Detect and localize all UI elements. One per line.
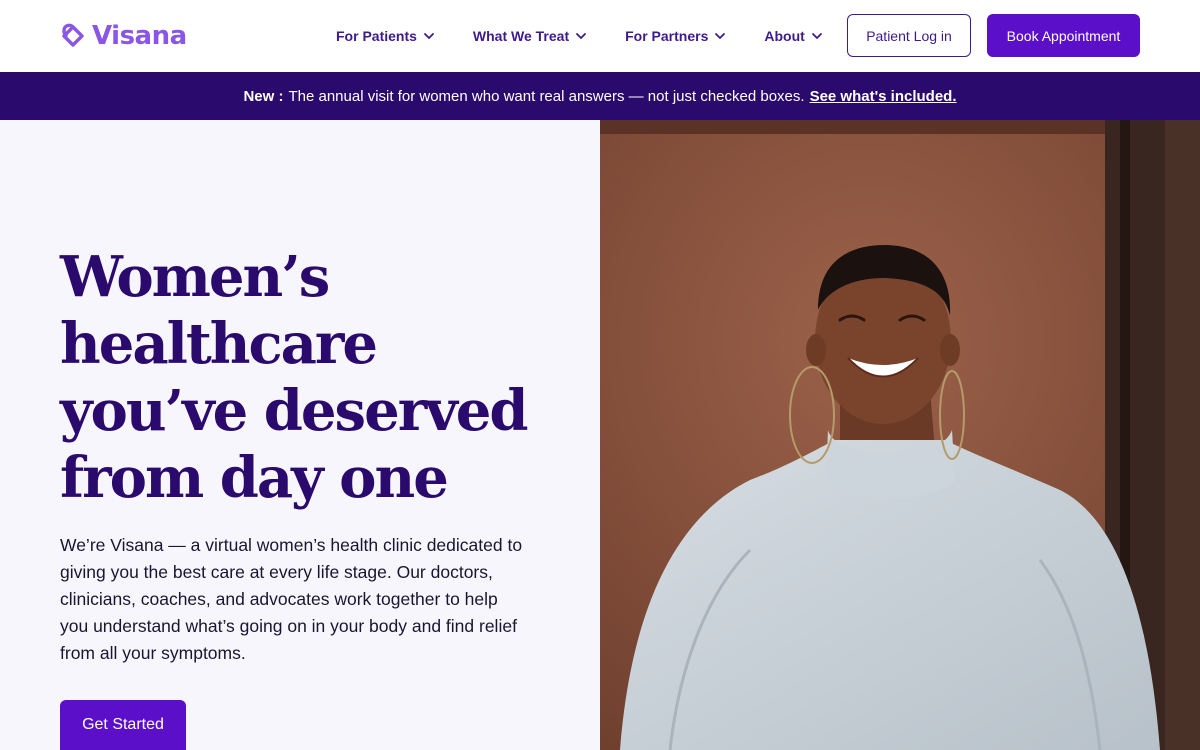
- chevron-down-icon: [811, 33, 822, 39]
- nav-item-label: What We Treat: [472, 28, 570, 44]
- patient-login-button[interactable]: Patient Log in: [847, 14, 971, 57]
- chevron-down-icon: [715, 33, 726, 39]
- banner-link[interactable]: See what's included.: [810, 88, 957, 105]
- hero-title: Women’s healthcare you’ve deserved from …: [60, 244, 529, 511]
- nav-item-label: For Patients: [336, 28, 417, 44]
- get-started-button[interactable]: Get Started: [60, 700, 186, 750]
- nav-item-about[interactable]: About: [764, 28, 822, 44]
- main-nav: For Patients What We Treat For Partners …: [336, 24, 823, 48]
- book-appointment-button[interactable]: Book Appointment: [987, 14, 1140, 57]
- logo-link[interactable]: Visana: [60, 18, 187, 54]
- logo-text: Visana: [92, 21, 187, 51]
- hero-image: [600, 120, 1200, 750]
- nav-item-for-patients[interactable]: For Patients: [336, 28, 435, 44]
- nav-item-for-partners[interactable]: For Partners: [625, 28, 726, 44]
- hero-description: We’re Visana — a virtual women’s health …: [60, 535, 523, 663]
- nav-item-label: About: [764, 28, 805, 44]
- nav-item-label: For Partners: [625, 28, 709, 44]
- banner-message: The annual visit for women who want real…: [288, 87, 805, 105]
- chevron-down-icon: [576, 33, 587, 39]
- woman-portrait-illustration: [600, 120, 1200, 750]
- announcement-banner: New : The annual visit for women who wan…: [0, 72, 1200, 120]
- logo-icon: [62, 23, 84, 47]
- site-header: Visana For Patients What We Treat For Pa…: [0, 0, 1200, 72]
- nav-item-what-we-treat[interactable]: What We Treat: [473, 28, 587, 44]
- chevron-down-icon: [424, 33, 434, 39]
- hero-section: Women’s healthcare you’ve deserved from …: [0, 120, 600, 750]
- banner-new-label: New :: [243, 87, 284, 105]
